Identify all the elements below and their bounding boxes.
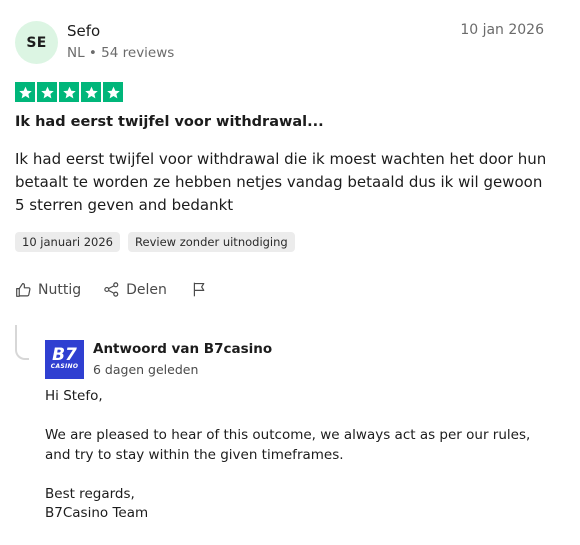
logo-wordmark: CASINO (50, 363, 79, 370)
helpful-button[interactable]: Nuttig (15, 281, 81, 298)
reply-paragraph: We are pleased to hear of this outcome, … (45, 427, 531, 463)
report-button[interactable] (191, 281, 214, 298)
helpful-label: Nuttig (38, 281, 82, 298)
thumbs-up-icon (16, 282, 31, 297)
unprompted-review-badge: Review zonder uitnodiging (128, 232, 295, 252)
star-rating (15, 82, 123, 102)
star-icon (103, 82, 123, 102)
reply-greeting: Hi Stefo, (45, 388, 103, 404)
reviewer-meta: NL • 54 reviews (67, 45, 175, 61)
avatar: SE (15, 21, 58, 64)
share-button[interactable]: Delen (103, 281, 167, 298)
reviewer-name[interactable]: Sefo (67, 22, 100, 40)
reply-closing: Best regards, (45, 485, 135, 502)
reply-body: Hi Stefo, We are pleased to hear of this… (45, 387, 545, 524)
reply-signature: B7Casino Team (45, 505, 149, 521)
star-icon (15, 82, 35, 102)
reply-connector (15, 325, 29, 360)
star-icon (37, 82, 57, 102)
reply-date: 6 dagen geleden (93, 362, 199, 377)
review-date: 10 jan 2026 (460, 22, 544, 38)
review-tags: 10 januari 2026 Review zonder uitnodigin… (15, 232, 295, 252)
star-icon (59, 82, 79, 102)
share-label: Delen (126, 281, 167, 298)
review-body: Ik had eerst twijfel voor withdrawal die… (15, 150, 547, 214)
review-title: Ik had eerst twijfel voor withdrawal... (15, 114, 324, 130)
logo-mark: B7 (52, 345, 77, 365)
reply-author: Antwoord van B7casino (93, 341, 273, 357)
share-icon (104, 282, 119, 297)
review-actions: Nuttig Delen (15, 281, 214, 298)
star-icon (81, 82, 101, 102)
company-logo: B7 CASINO (45, 340, 84, 379)
flag-icon (193, 282, 205, 297)
experience-date-badge: 10 januari 2026 (15, 232, 121, 252)
